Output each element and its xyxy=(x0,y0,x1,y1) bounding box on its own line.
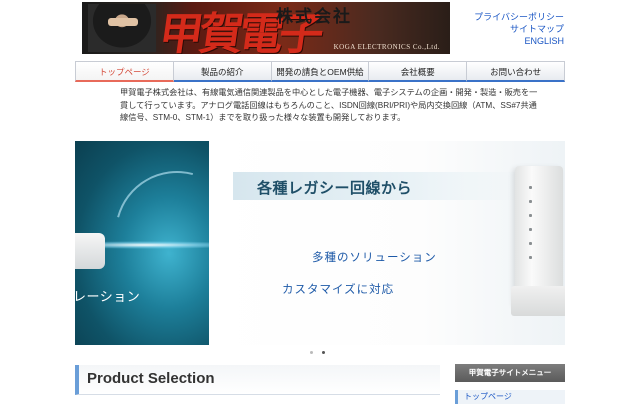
hero-left-text: レーション xyxy=(75,289,141,304)
site-menu-heading: 甲賀電子サイトメニュー xyxy=(455,364,565,382)
nav-item-contact[interactable]: お問い合わせ xyxy=(467,62,565,82)
intro-text: 甲賀電子株式会社は、有線電気通信関連製品を中心とした電子機器、電子システムの企画… xyxy=(120,87,540,125)
nav-item-company[interactable]: 会社概要 xyxy=(369,62,468,82)
header-links: プライバシーポリシー サイトマップ ENGLISH xyxy=(474,11,564,47)
main-nav: トップページ 製品の紹介 開発の請負とOEM供給 会社概要 お問い合わせ xyxy=(75,61,565,82)
intro-paragraph: 甲賀電子株式会社は、有線電気通信関連製品を中心とした電子機器、電子システムの企画… xyxy=(120,88,538,122)
logo-company-en: KOGA ELECTRONICS Co.,Ltd. xyxy=(333,43,440,51)
hero-line-2: カスタマイズに対応 xyxy=(282,284,395,296)
hero-line-1: 多種のソリューション xyxy=(312,252,437,264)
equipment-rack-image xyxy=(511,166,565,316)
nav-item-products[interactable]: 製品の紹介 xyxy=(173,62,272,82)
side-menu-item-top[interactable]: トップページ xyxy=(455,390,565,404)
privacy-policy-link[interactable]: プライバシーポリシー xyxy=(474,11,564,23)
hero-current-slide: 各種レガシー回線から 多種のソリューション カスタマイズに対応 xyxy=(209,141,565,345)
english-link[interactable]: ENGLISH xyxy=(474,35,564,47)
section-title-text: Product Selection xyxy=(87,370,215,387)
ninja-logo-image xyxy=(88,4,156,52)
hero-title: 各種レガシー回線から xyxy=(257,180,413,197)
nav-item-oem[interactable]: 開発の請負とOEM供給 xyxy=(271,62,370,82)
slider-dot-2[interactable] xyxy=(322,351,325,354)
product-selection-heading: Product Selection xyxy=(75,365,440,395)
site-logo[interactable]: 甲賀電子 株式会社 KOGA ELECTRONICS Co.,Ltd. xyxy=(82,2,450,54)
sitemap-link[interactable]: サイトマップ xyxy=(474,23,564,35)
slider-dot-1[interactable] xyxy=(310,351,313,354)
hero-slider[interactable]: レーション 各種レガシー回線から 多種のソリューション カスタマイズに対応 xyxy=(75,141,565,345)
device-image xyxy=(75,233,105,269)
slider-pagination xyxy=(310,351,325,354)
logo-company-type: 株式会社 xyxy=(276,7,352,27)
hero-previous-slide: レーション xyxy=(75,141,209,345)
nav-item-top[interactable]: トップページ xyxy=(75,62,174,82)
